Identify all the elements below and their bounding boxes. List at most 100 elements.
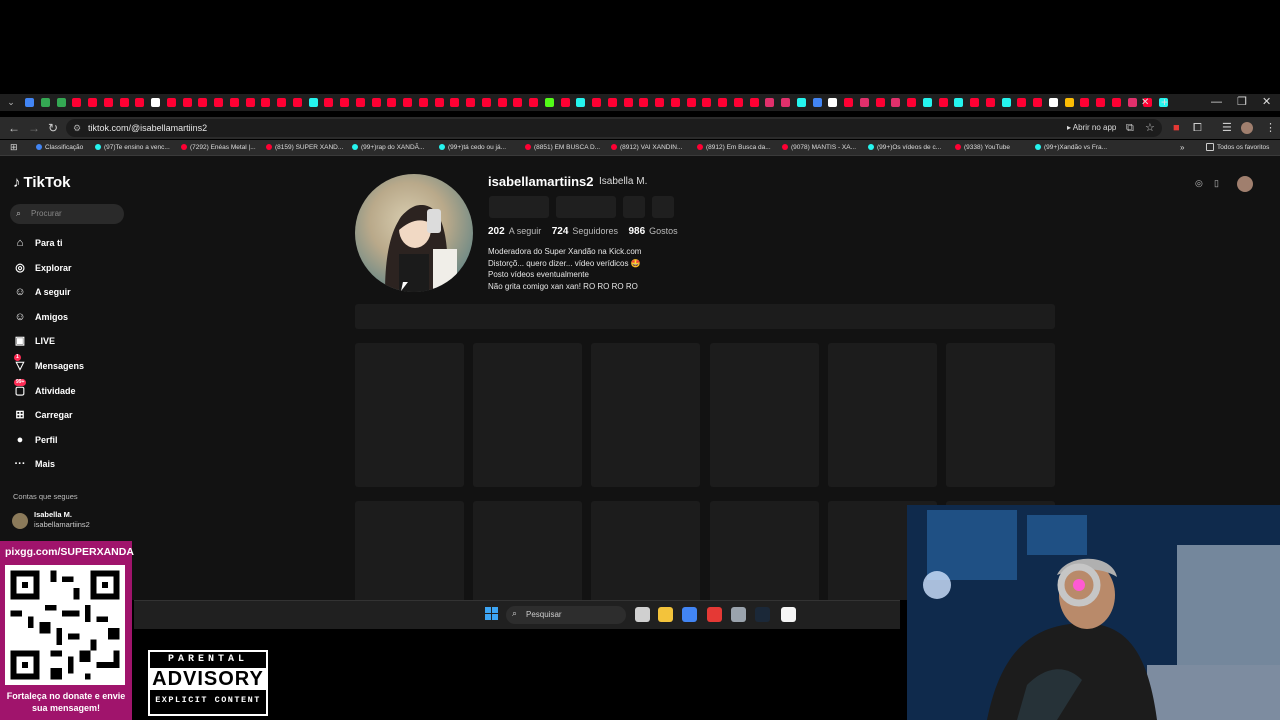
tab-favicon[interactable] xyxy=(371,98,381,107)
tab-favicon[interactable] xyxy=(702,98,712,107)
tiktok-logo[interactable]: ♪ TikTok xyxy=(13,174,70,191)
bookmark-item[interactable]: (8912) Em Busca da... xyxy=(697,140,771,155)
browser-profile-avatar[interactable] xyxy=(1241,122,1253,134)
tab-favicon[interactable] xyxy=(513,98,523,107)
apps-grid-icon[interactable]: ⊞ xyxy=(10,140,18,155)
site-info-icon[interactable]: ⚙ xyxy=(73,123,81,133)
restore-icon[interactable]: ❐ xyxy=(1237,94,1247,111)
bookmark-item[interactable]: (9338) YouTube xyxy=(955,140,1010,155)
tab-favicon[interactable] xyxy=(355,98,365,107)
bookmark-item[interactable]: (8912) VAI XANDIN... xyxy=(611,140,682,155)
tab-favicon[interactable] xyxy=(119,98,129,107)
tab-favicon[interactable] xyxy=(40,98,50,107)
all-bookmarks-folder[interactable]: Todos os favoritos xyxy=(1206,140,1269,155)
tab-favicon[interactable] xyxy=(859,98,869,107)
forward-icon[interactable]: → xyxy=(28,120,40,136)
bookmark-star-icon[interactable]: ☆ xyxy=(1145,120,1155,136)
minimize-icon[interactable]: — xyxy=(1211,94,1222,111)
video-thumbnail-placeholder[interactable] xyxy=(473,501,583,600)
task-view-icon[interactable] xyxy=(635,607,650,622)
tab-favicon[interactable] xyxy=(1080,98,1090,107)
sidebar-item-a-seguir[interactable]: ☺ A seguir xyxy=(13,282,133,302)
tab-favicon[interactable] xyxy=(1033,98,1042,107)
tab-favicon[interactable] xyxy=(88,98,97,107)
tab-favicon[interactable] xyxy=(245,98,255,107)
tab-favicon[interactable] xyxy=(576,98,586,107)
following-stat[interactable]: 202 A seguir xyxy=(488,226,541,237)
notepad-icon[interactable] xyxy=(781,607,796,622)
tab-favicon[interactable] xyxy=(1048,98,1058,107)
bookmark-item[interactable]: (99+)rap do XANDÃ... xyxy=(352,140,424,155)
tab-favicon[interactable] xyxy=(749,98,759,107)
tab-favicon[interactable] xyxy=(1127,98,1137,107)
settings-icon[interactable] xyxy=(731,607,746,622)
reload-icon[interactable]: ↻ xyxy=(48,120,58,136)
tab-favicon[interactable] xyxy=(72,98,82,107)
bookmark-item[interactable]: (99+)Os vídeos de c... xyxy=(868,140,941,155)
extensions-puzzle-icon[interactable]: ⧠ xyxy=(1193,120,1202,136)
tab-favicon[interactable] xyxy=(718,98,727,107)
bookmark-item[interactable]: (7292) Enéas Metal |... xyxy=(181,140,256,155)
url-text[interactable]: tiktok.com/@isabellamartiins2 xyxy=(88,119,207,137)
followers-stat[interactable]: 724 Seguidores xyxy=(552,226,618,237)
tab-favicon[interactable] xyxy=(403,98,412,107)
tab-favicon[interactable] xyxy=(292,98,302,107)
tab-favicon[interactable] xyxy=(1111,98,1121,107)
tab-favicon[interactable] xyxy=(56,98,66,107)
tab-favicon[interactable] xyxy=(985,98,995,107)
bookmark-item[interactable]: (99+)Xandão vs Fra... xyxy=(1035,140,1107,155)
sidebar-item-carregar[interactable]: ⊞ Carregar xyxy=(13,405,133,425)
tab-favicon[interactable] xyxy=(497,98,507,107)
video-thumbnail-placeholder[interactable] xyxy=(355,343,464,487)
tab-favicon[interactable] xyxy=(560,98,570,107)
sidebar-item-amigos[interactable]: ☺ Amigos xyxy=(13,307,133,327)
device-icon[interactable]: ▯ xyxy=(1214,178,1219,189)
tab-favicon[interactable] xyxy=(623,98,633,107)
tab-favicon[interactable] xyxy=(970,98,979,107)
tab-favicon[interactable] xyxy=(844,98,853,107)
tab-favicon[interactable] xyxy=(544,98,554,107)
video-thumbnail-placeholder[interactable] xyxy=(709,501,819,600)
sidebar-item-mais[interactable]: ··· Mais xyxy=(13,454,133,474)
bookmark-item[interactable]: (8851) EM BUSCA D... xyxy=(525,140,600,155)
sidebar-item-mensagens[interactable]: ▽ Mensagens 1 xyxy=(13,354,133,376)
file-explorer-icon[interactable] xyxy=(658,607,673,622)
tab-favicon[interactable] xyxy=(781,98,790,107)
tab-favicon[interactable] xyxy=(198,98,208,107)
bookmark-item[interactable]: Classificação xyxy=(36,140,83,155)
sidebar-item-explorar[interactable]: ◎ Explorar xyxy=(13,258,133,278)
bookmark-item[interactable]: (97)Te ensino a venc... xyxy=(95,140,170,155)
tab-favicon[interactable] xyxy=(592,98,601,107)
tab-favicon[interactable] xyxy=(670,98,680,107)
back-icon[interactable]: ← xyxy=(8,120,20,136)
tab-favicon[interactable] xyxy=(151,98,160,107)
reading-list-icon[interactable]: ☰ xyxy=(1222,120,1232,136)
sidebar-item-live[interactable]: ▣ LIVE xyxy=(13,331,133,351)
tab-favicon[interactable] xyxy=(529,98,538,107)
tab-favicon[interactable] xyxy=(607,98,617,107)
tab-favicon[interactable] xyxy=(875,98,885,107)
translate-icon[interactable]: ⧉ xyxy=(1126,120,1134,136)
tab-favicon[interactable] xyxy=(655,98,664,107)
extension-icon[interactable]: ■ xyxy=(1173,120,1180,136)
browser-menu-icon[interactable]: ⋮ xyxy=(1265,120,1276,136)
tab-favicon[interactable] xyxy=(182,98,192,107)
steam-icon[interactable] xyxy=(755,607,770,622)
video-thumbnail-placeholder[interactable] xyxy=(591,343,701,487)
tab-favicon[interactable] xyxy=(25,98,34,107)
tab-favicon[interactable] xyxy=(466,98,475,107)
chrome-icon[interactable] xyxy=(682,607,697,622)
taskbar-search[interactable]: ⌕ Pesquisar xyxy=(506,606,626,624)
tab-favicon[interactable] xyxy=(340,98,349,107)
address-bar[interactable]: ⚙ tiktok.com/@isabellamartiins2 ▸ Abrir … xyxy=(66,119,1162,137)
window-close-icon[interactable]: ✕ xyxy=(1262,94,1271,111)
tab-favicon[interactable] xyxy=(450,98,460,107)
tab-favicon[interactable] xyxy=(954,98,964,107)
tab-favicon[interactable] xyxy=(308,98,318,107)
tab-favicon[interactable] xyxy=(324,98,334,107)
tab-favicon[interactable] xyxy=(434,98,444,107)
following-account-username[interactable]: isabellamartiins2 xyxy=(34,520,90,529)
profile-avatar[interactable] xyxy=(355,174,473,292)
tab-favicon[interactable] xyxy=(1064,98,1074,107)
tab-favicon[interactable] xyxy=(922,98,932,107)
